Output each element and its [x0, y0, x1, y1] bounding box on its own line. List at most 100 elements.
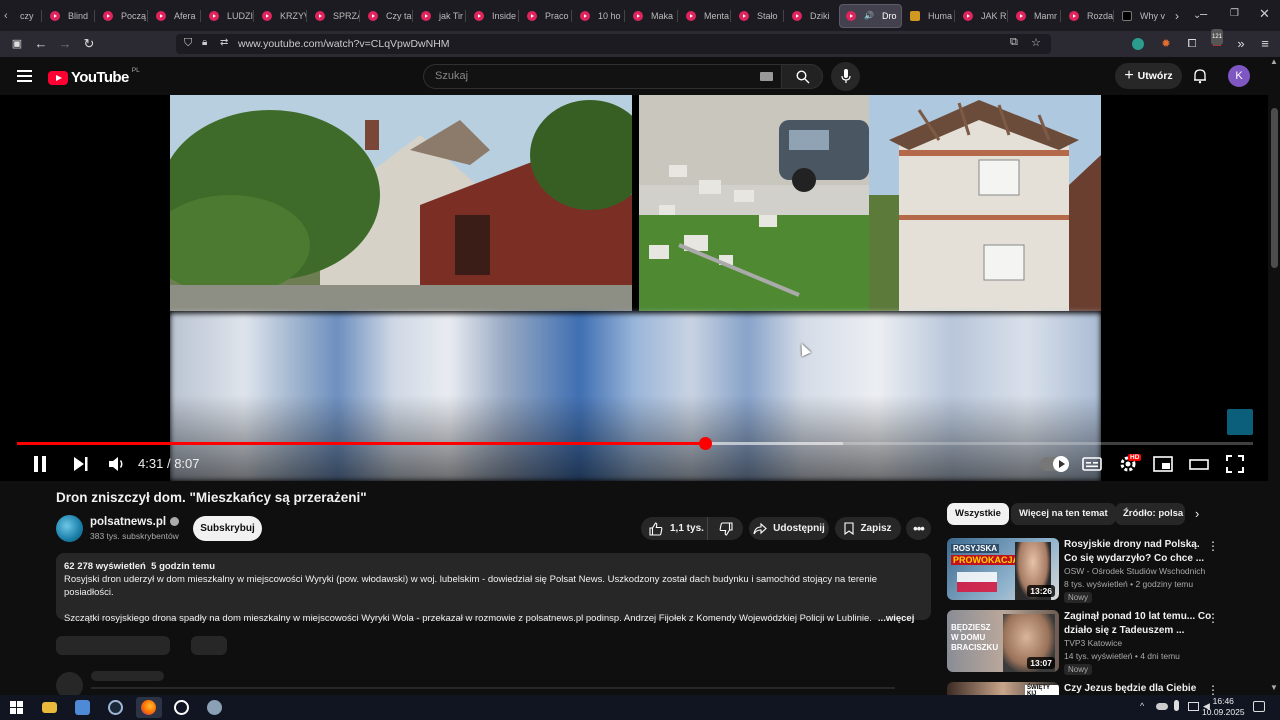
- hamburger-menu-icon[interactable]: [17, 70, 32, 82]
- minimize-icon[interactable]: –: [1200, 6, 1207, 21]
- video-player[interactable]: 4:31 / 8:07 HD: [0, 95, 1280, 481]
- scroll-up-icon[interactable]: ▲: [1270, 57, 1278, 66]
- recommendation-item[interactable]: BĘDZIESZ W DOMU BRACISZKU 13:07 Zaginął …: [947, 610, 1227, 676]
- dislike-button[interactable]: [708, 518, 743, 539]
- search-input[interactable]: Szukaj: [423, 64, 781, 89]
- browser-tab[interactable]: 10 ho: [574, 4, 625, 28]
- chip-source[interactable]: Źródło: polsa: [1115, 503, 1185, 525]
- menu-icon[interactable]: ≡: [1257, 36, 1273, 52]
- notifications-center-icon[interactable]: [1253, 701, 1265, 712]
- browser-tab[interactable]: SPRZĄ: [309, 4, 360, 28]
- scroll-down-icon[interactable]: ▼: [1270, 683, 1278, 692]
- browser-tab[interactable]: czy: [14, 4, 42, 28]
- recommendation-channel[interactable]: OSW - Ośrodek Studiów Wschodnich: [1064, 566, 1205, 576]
- browser-tab[interactable]: Blind: [44, 4, 95, 28]
- save-button[interactable]: Zapisz: [835, 517, 901, 540]
- recommendation-title[interactable]: Czy Jezus będzie dla Ciebie: [1064, 682, 1214, 695]
- bookmark-star-icon[interactable]: ☆: [1031, 36, 1041, 49]
- url-bar[interactable]: ⛉ 🔒︎ ⇄ www.youtube.com/watch?v=CLqVpwDwN…: [176, 34, 1051, 54]
- vpn-extension-icon[interactable]: [1132, 38, 1144, 50]
- monitor-app-icon[interactable]: [75, 700, 90, 715]
- video-thumbnail[interactable]: ROSYJSKA PROWOKACJA 13:26: [947, 538, 1059, 600]
- overflow-chevron-icon[interactable]: »: [1233, 36, 1249, 52]
- cloud-icon[interactable]: [1156, 703, 1168, 710]
- obs-icon[interactable]: [174, 700, 189, 715]
- window-close-icon[interactable]: ✕: [1259, 6, 1270, 22]
- recommendation-item[interactable]: ŚWIĘTY KIJ Czy Jezus będzie dla Ciebie ⋮: [947, 682, 1227, 695]
- browser-tab[interactable]: Inside: [468, 4, 519, 28]
- recommendation-title[interactable]: Zaginął ponad 10 lat temu... Co działo s…: [1064, 610, 1214, 637]
- extension-icon[interactable]: ✹: [1158, 36, 1174, 52]
- more-vertical-icon[interactable]: ⋮: [1207, 539, 1219, 553]
- create-button[interactable]: + Utwórz: [1115, 63, 1182, 89]
- more-actions-button[interactable]: •••: [906, 517, 931, 540]
- volume-icon[interactable]: [107, 453, 127, 475]
- back-icon[interactable]: ←: [33, 36, 49, 52]
- video-thumbnail[interactable]: BĘDZIESZ W DOMU BRACISZKU 13:07: [947, 610, 1059, 672]
- show-more-link[interactable]: ...więcej: [878, 613, 914, 624]
- channel-watermark-logo[interactable]: [1227, 409, 1253, 435]
- reload-icon[interactable]: ↻: [81, 36, 97, 52]
- browser-tab[interactable]: Czy ta: [362, 4, 413, 28]
- browser-tab-active[interactable]: 🔊Dro✕: [839, 3, 902, 28]
- fullscreen-icon[interactable]: [1225, 453, 1245, 475]
- subtitles-icon[interactable]: [1082, 453, 1102, 475]
- next-video-icon[interactable]: [73, 453, 89, 475]
- tabs-scroll-left-icon[interactable]: ‹: [4, 10, 14, 22]
- browser-tab[interactable]: Why v: [1116, 4, 1167, 28]
- page-scrollbar[interactable]: ▲ ▼: [1268, 57, 1280, 695]
- mail-icon[interactable]: ✉121: [1209, 29, 1225, 52]
- browser-tab[interactable]: LUDZI: [203, 4, 254, 28]
- description-box[interactable]: 62 278 wyświetleń 5 godzin temu Rosyjski…: [56, 553, 931, 624]
- recommendation-item[interactable]: ROSYJSKA PROWOKACJA 13:26 Rosyjskie dron…: [947, 538, 1227, 604]
- miniplayer-icon[interactable]: [1153, 453, 1173, 475]
- channel-name[interactable]: polsatnews.pl: [90, 516, 180, 528]
- forward-icon[interactable]: →: [57, 36, 73, 52]
- system-clock[interactable]: 16:46 10.09.2025: [1202, 696, 1245, 718]
- chip-all[interactable]: Wszystkie: [947, 503, 1009, 525]
- app-icon[interactable]: [207, 700, 222, 715]
- tabs-scroll-right-icon[interactable]: ›: [1175, 9, 1179, 23]
- browser-tab[interactable]: KRZYV: [256, 4, 307, 28]
- settings-button[interactable]: HD: [1118, 454, 1142, 476]
- share-button[interactable]: Udostępnij: [749, 517, 829, 540]
- theater-mode-icon[interactable]: [1189, 453, 1209, 475]
- recommendation-channel[interactable]: TVP3 Katowice: [1064, 638, 1122, 648]
- restore-icon[interactable]: ❐: [1230, 8, 1239, 19]
- subscribe-button[interactable]: Subskrybuj: [193, 516, 262, 541]
- scrollbar-thumb[interactable]: [1271, 108, 1278, 268]
- youtube-logo[interactable]: YouTube PL: [48, 67, 140, 86]
- like-button[interactable]: 1,1 tys.: [641, 517, 708, 540]
- video-thumbnail[interactable]: ŚWIĘTY KIJ: [947, 682, 1059, 695]
- browser-tab[interactable]: Rozda: [1063, 4, 1114, 28]
- more-vertical-icon[interactable]: ⋮: [1207, 683, 1219, 695]
- picture-in-picture-icon[interactable]: ⧉: [1010, 36, 1018, 49]
- sidebar-toggle-icon[interactable]: ▣: [9, 36, 25, 52]
- extensions-puzzle-icon[interactable]: ⧠: [1184, 36, 1200, 52]
- account-avatar[interactable]: K: [1228, 65, 1250, 87]
- browser-tab[interactable]: Afera: [150, 4, 201, 28]
- channel-avatar[interactable]: [56, 515, 83, 542]
- firefox-icon[interactable]: [141, 700, 156, 715]
- browser-tab[interactable]: Dziki: [786, 4, 837, 28]
- progress-bar[interactable]: [17, 437, 1253, 450]
- browser-tab[interactable]: Huma: [904, 4, 955, 28]
- microphone-tray-icon[interactable]: [1174, 700, 1179, 711]
- recommendation-title[interactable]: Rosyjskie drony nad Polską. Co się wydar…: [1064, 538, 1214, 565]
- keyboard-icon[interactable]: [760, 72, 773, 81]
- browser-tab[interactable]: Maka: [627, 4, 678, 28]
- search-button[interactable]: [781, 64, 823, 89]
- chip-related[interactable]: Więcej na ten temat: [1011, 503, 1116, 525]
- windows-start-icon[interactable]: [9, 700, 24, 715]
- browser-tab[interactable]: JAK R: [957, 4, 1008, 28]
- browser-tab[interactable]: Mamr: [1010, 4, 1061, 28]
- network-icon[interactable]: [1188, 702, 1199, 711]
- more-vertical-icon[interactable]: ⋮: [1207, 611, 1219, 625]
- lock-icon[interactable]: 🔒︎: [202, 37, 207, 48]
- browser-tab[interactable]: Praco: [521, 4, 572, 28]
- browser-tab[interactable]: jak Tir: [415, 4, 466, 28]
- permissions-icon[interactable]: ⇄: [220, 37, 228, 48]
- chips-next-chevron-icon[interactable]: ›: [1195, 506, 1199, 521]
- voice-search-button[interactable]: [831, 62, 860, 91]
- browser-tab[interactable]: Menta: [680, 4, 731, 28]
